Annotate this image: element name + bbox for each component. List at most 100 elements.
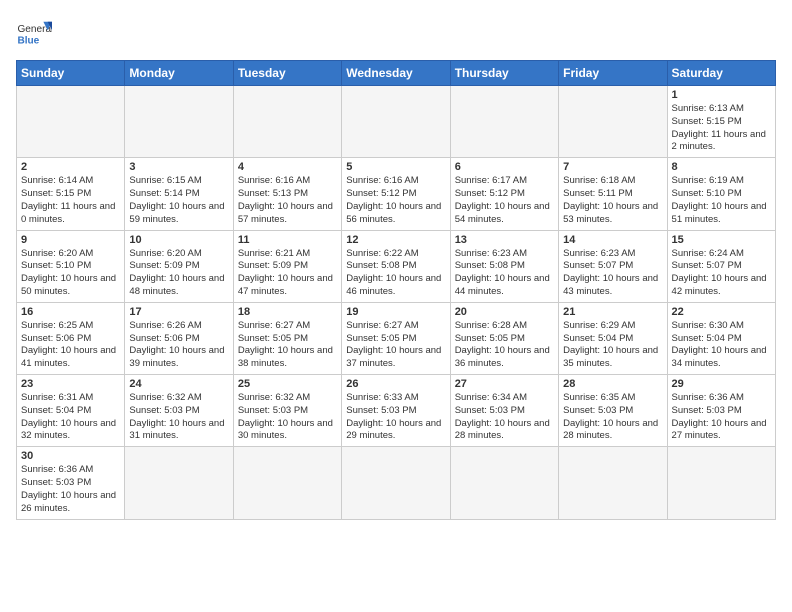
general-blue-logo-icon: General Blue <box>16 16 52 52</box>
calendar-cell: 18 Sunrise: 6:27 AMSunset: 5:05 PMDayligh… <box>233 302 341 374</box>
calendar-cell: 16Sunrise: 6:25 AMSunset: 5:06 PMDayligh… <box>17 302 125 374</box>
calendar-cell: 26Sunrise: 6:33 AMSunset: 5:03 PMDayligh… <box>342 375 450 447</box>
day-number: 16 <box>21 306 120 318</box>
calendar-cell <box>667 447 775 519</box>
day-number: 4 <box>238 161 337 173</box>
day-number: 17 <box>129 306 228 318</box>
calendar-cell: 8 Sunrise: 6:19 AMSunset: 5:10 PMDaylight… <box>667 158 775 230</box>
day-number: 29 <box>672 378 771 390</box>
day-number: 1 <box>672 89 771 101</box>
day-info: Sunrise: 6:20 AMSunset: 5:10 PMDaylight:… <box>21 248 120 299</box>
calendar-week-3: 9Sunrise: 6:20 AMSunset: 5:10 PMDaylight… <box>17 230 776 302</box>
day-number: 27 <box>455 378 554 390</box>
day-number: 2 <box>21 161 120 173</box>
day-number: 7 <box>563 161 662 173</box>
weekday-header-tuesday: Tuesday <box>233 61 341 86</box>
calendar-cell: 22 Sunrise: 6:30 AMSunset: 5:04 PMDayligh… <box>667 302 775 374</box>
day-info: Sunrise: 6:20 AMSunset: 5:09 PMDaylight:… <box>129 248 228 299</box>
day-info: Sunrise: 6:36 AMSunset: 5:03 PMDaylight:… <box>672 392 771 443</box>
day-info: Sunrise: 6:14 AMSunset: 5:15 PMDaylight:… <box>21 175 120 226</box>
calendar-cell <box>342 447 450 519</box>
day-info: Sunrise: 6:34 AMSunset: 5:03 PMDaylight:… <box>455 392 554 443</box>
day-number: 12 <box>346 234 445 246</box>
day-info: Sunrise: 6:19 AMSunset: 5:10 PMDaylight:… <box>672 175 771 226</box>
day-number: 14 <box>563 234 662 246</box>
calendar-cell: 27 Sunrise: 6:34 AMSunset: 5:03 PMDayligh… <box>450 375 558 447</box>
day-info: Sunrise: 6:30 AMSunset: 5:04 PMDaylight:… <box>672 320 771 371</box>
day-number: 18 <box>238 306 337 318</box>
day-info: Sunrise: 6:18 AMSunset: 5:11 PMDaylight:… <box>563 175 662 226</box>
calendar-cell: 17 Sunrise: 6:26 AMSunset: 5:06 PMDayligh… <box>125 302 233 374</box>
day-number: 28 <box>563 378 662 390</box>
day-info: Sunrise: 6:36 AMSunset: 5:03 PMDaylight:… <box>21 464 120 515</box>
calendar-cell: 12 Sunrise: 6:22 AMSunset: 5:08 PMDayligh… <box>342 230 450 302</box>
calendar-cell: 4 Sunrise: 6:16 AMSunset: 5:13 PMDaylight… <box>233 158 341 230</box>
calendar-cell: 7 Sunrise: 6:18 AMSunset: 5:11 PMDaylight… <box>559 158 667 230</box>
day-info: Sunrise: 6:23 AMSunset: 5:07 PMDaylight:… <box>563 248 662 299</box>
calendar-cell: 30 Sunrise: 6:36 AMSunset: 5:03 PMDayligh… <box>17 447 125 519</box>
calendar-cell: 13 Sunrise: 6:23 AMSunset: 5:08 PMDayligh… <box>450 230 558 302</box>
calendar-week-5: 23 Sunrise: 6:31 AMSunset: 5:04 PMDayligh… <box>17 375 776 447</box>
weekday-header-friday: Friday <box>559 61 667 86</box>
calendar-week-1: 1Sunrise: 6:13 AMSunset: 5:15 PMDaylight… <box>17 86 776 158</box>
day-info: Sunrise: 6:31 AMSunset: 5:04 PMDaylight:… <box>21 392 120 443</box>
day-info: Sunrise: 6:23 AMSunset: 5:08 PMDaylight:… <box>455 248 554 299</box>
calendar-cell: 15 Sunrise: 6:24 AMSunset: 5:07 PMDayligh… <box>667 230 775 302</box>
day-info: Sunrise: 6:26 AMSunset: 5:06 PMDaylight:… <box>129 320 228 371</box>
day-number: 26 <box>346 378 445 390</box>
day-info: Sunrise: 6:16 AMSunset: 5:12 PMDaylight:… <box>346 175 445 226</box>
day-info: Sunrise: 6:22 AMSunset: 5:08 PMDaylight:… <box>346 248 445 299</box>
day-number: 15 <box>672 234 771 246</box>
day-info: Sunrise: 6:32 AMSunset: 5:03 PMDaylight:… <box>238 392 337 443</box>
day-info: Sunrise: 6:28 AMSunset: 5:05 PMDaylight:… <box>455 320 554 371</box>
calendar-cell <box>450 86 558 158</box>
calendar-cell: 23 Sunrise: 6:31 AMSunset: 5:04 PMDayligh… <box>17 375 125 447</box>
calendar-week-2: 2 Sunrise: 6:14 AMSunset: 5:15 PMDaylight… <box>17 158 776 230</box>
calendar-cell: 1Sunrise: 6:13 AMSunset: 5:15 PMDaylight… <box>667 86 775 158</box>
calendar-cell <box>559 86 667 158</box>
calendar-cell: 29 Sunrise: 6:36 AMSunset: 5:03 PMDayligh… <box>667 375 775 447</box>
calendar-cell <box>17 86 125 158</box>
calendar-cell: 2 Sunrise: 6:14 AMSunset: 5:15 PMDaylight… <box>17 158 125 230</box>
day-info: Sunrise: 6:21 AMSunset: 5:09 PMDaylight:… <box>238 248 337 299</box>
day-number: 30 <box>21 450 120 462</box>
calendar-cell: 25 Sunrise: 6:32 AMSunset: 5:03 PMDayligh… <box>233 375 341 447</box>
calendar-cell <box>125 447 233 519</box>
calendar-cell: 19Sunrise: 6:27 AMSunset: 5:05 PMDayligh… <box>342 302 450 374</box>
calendar-cell: 11 Sunrise: 6:21 AMSunset: 5:09 PMDayligh… <box>233 230 341 302</box>
day-info: Sunrise: 6:32 AMSunset: 5:03 PMDaylight:… <box>129 392 228 443</box>
calendar-cell: 9Sunrise: 6:20 AMSunset: 5:10 PMDaylight… <box>17 230 125 302</box>
day-info: Sunrise: 6:17 AMSunset: 5:12 PMDaylight:… <box>455 175 554 226</box>
calendar-cell: 20Sunrise: 6:28 AMSunset: 5:05 PMDayligh… <box>450 302 558 374</box>
day-number: 25 <box>238 378 337 390</box>
day-number: 3 <box>129 161 228 173</box>
day-number: 8 <box>672 161 771 173</box>
day-info: Sunrise: 6:27 AMSunset: 5:05 PMDaylight:… <box>238 320 337 371</box>
calendar-week-4: 16Sunrise: 6:25 AMSunset: 5:06 PMDayligh… <box>17 302 776 374</box>
calendar-cell <box>233 447 341 519</box>
calendar-cell: 28 Sunrise: 6:35 AMSunset: 5:03 PMDayligh… <box>559 375 667 447</box>
calendar-cell <box>125 86 233 158</box>
day-number: 21 <box>563 306 662 318</box>
day-info: Sunrise: 6:24 AMSunset: 5:07 PMDaylight:… <box>672 248 771 299</box>
calendar-cell: 24 Sunrise: 6:32 AMSunset: 5:03 PMDayligh… <box>125 375 233 447</box>
calendar-cell: 14 Sunrise: 6:23 AMSunset: 5:07 PMDayligh… <box>559 230 667 302</box>
day-number: 22 <box>672 306 771 318</box>
calendar-page: General Blue SundayMondayTuesdayWednesda… <box>0 0 792 530</box>
calendar-cell <box>342 86 450 158</box>
day-info: Sunrise: 6:35 AMSunset: 5:03 PMDaylight:… <box>563 392 662 443</box>
day-number: 5 <box>346 161 445 173</box>
day-number: 13 <box>455 234 554 246</box>
day-number: 11 <box>238 234 337 246</box>
calendar-cell <box>450 447 558 519</box>
day-info: Sunrise: 6:16 AMSunset: 5:13 PMDaylight:… <box>238 175 337 226</box>
calendar-table: SundayMondayTuesdayWednesdayThursdayFrid… <box>16 60 776 520</box>
day-number: 23 <box>21 378 120 390</box>
svg-text:Blue: Blue <box>17 35 39 46</box>
day-info: Sunrise: 6:15 AMSunset: 5:14 PMDaylight:… <box>129 175 228 226</box>
day-info: Sunrise: 6:27 AMSunset: 5:05 PMDaylight:… <box>346 320 445 371</box>
header: General Blue <box>16 16 776 52</box>
weekday-header-monday: Monday <box>125 61 233 86</box>
day-number: 24 <box>129 378 228 390</box>
weekday-header-wednesday: Wednesday <box>342 61 450 86</box>
